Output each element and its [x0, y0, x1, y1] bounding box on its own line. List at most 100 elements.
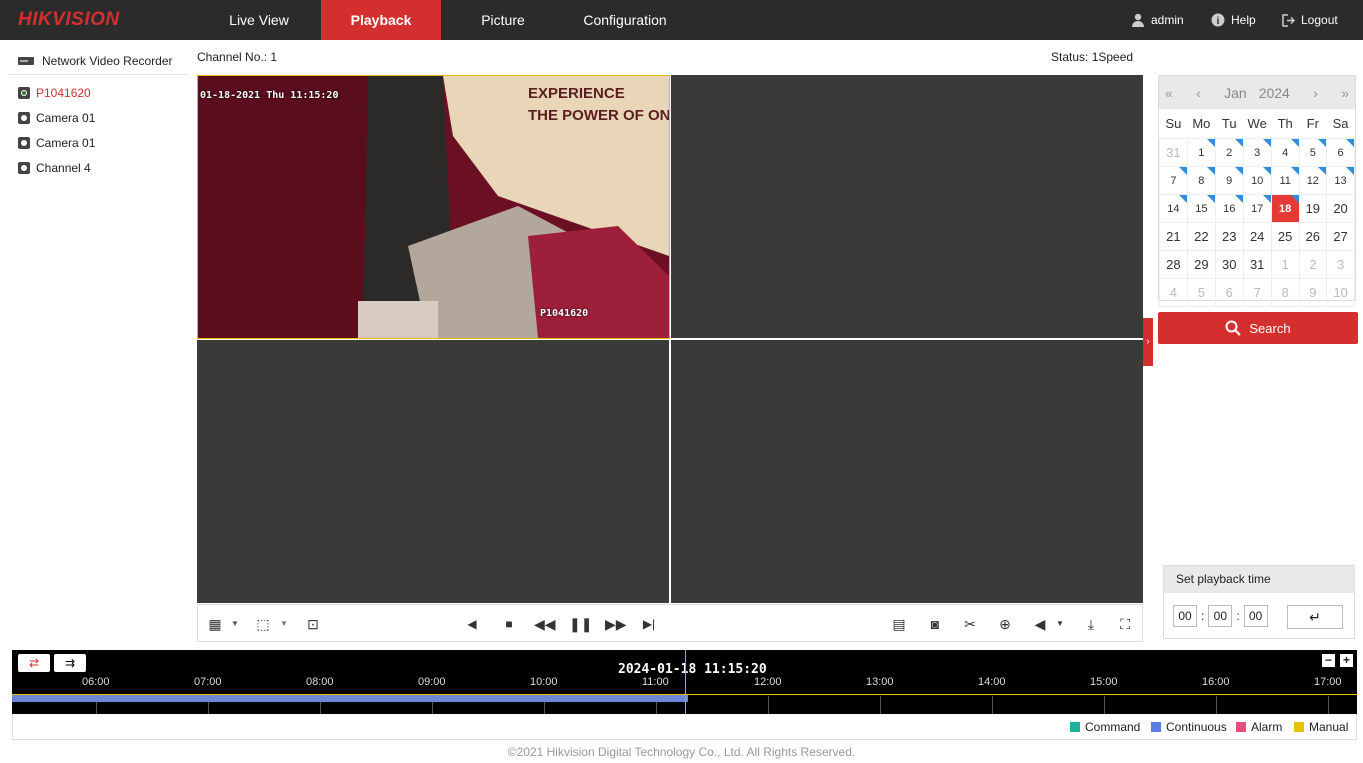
- timeline[interactable]: ⇄ ⇉ 2024-01-18 11:15:20 06:00 07:00 08:00 0…: [12, 650, 1357, 714]
- calendar-day[interactable]: 9: [1298, 278, 1328, 307]
- weekday-header: Th: [1277, 116, 1293, 131]
- logout-link[interactable]: Logout: [1282, 0, 1338, 40]
- fast-forward-icon[interactable]: ▶▶: [605, 615, 627, 633]
- search-button[interactable]: Search: [1158, 312, 1358, 344]
- next-year-icon[interactable]: »: [1341, 85, 1349, 101]
- calendar-day[interactable]: 7: [1159, 166, 1188, 195]
- enter-time-button[interactable]: ↵: [1287, 605, 1343, 629]
- minute-input[interactable]: 00: [1208, 605, 1233, 627]
- hour-input[interactable]: 00: [1173, 605, 1197, 627]
- calendar-day[interactable]: 10: [1242, 166, 1272, 195]
- calendar-day[interactable]: 9: [1214, 166, 1244, 195]
- zoom-out-icon[interactable]: −: [1322, 654, 1335, 667]
- calendar-day[interactable]: 29: [1186, 250, 1216, 279]
- calendar-day[interactable]: 8: [1186, 166, 1216, 195]
- video-pane-4[interactable]: [671, 340, 1143, 603]
- calendar-day[interactable]: 20: [1326, 194, 1355, 223]
- calendar-day[interactable]: 15: [1186, 194, 1216, 223]
- calendar-day[interactable]: 12: [1298, 166, 1328, 195]
- video-pane-2[interactable]: [671, 75, 1143, 338]
- video-pane-1[interactable]: EXPERIENCE THE POWER OF ONE 01-18-2021 T…: [197, 75, 670, 339]
- calendar-day[interactable]: 19: [1298, 194, 1328, 223]
- help-link[interactable]: i Help: [1211, 0, 1256, 40]
- calendar-day[interactable]: 1: [1186, 138, 1216, 167]
- stop-icon[interactable]: ■: [500, 615, 518, 633]
- audio-muted-icon[interactable]: ◀: [1031, 615, 1049, 633]
- calendar-day[interactable]: 27: [1326, 222, 1355, 251]
- chevron-down-icon[interactable]: ▼: [226, 615, 244, 633]
- legend-swatch: [1294, 722, 1304, 732]
- calendar-day[interactable]: 6: [1214, 278, 1244, 307]
- zoom-in-timeline-icon[interactable]: +: [1340, 654, 1353, 667]
- download-icon[interactable]: ⤓: [1082, 615, 1100, 633]
- channel-item-camera01-a[interactable]: Camera 01: [8, 105, 188, 130]
- sync-timeline-icon[interactable]: ⇄: [18, 654, 50, 672]
- cut-icon[interactable]: ✂: [961, 615, 979, 633]
- calendar-day[interactable]: 16: [1214, 194, 1244, 223]
- legend-alarm: Alarm: [1236, 720, 1282, 734]
- calendar-day[interactable]: 3: [1242, 138, 1272, 167]
- calendar-day[interactable]: 7: [1242, 278, 1272, 307]
- timeline-mode-icon[interactable]: ⇉: [54, 654, 86, 672]
- pause-icon[interactable]: ❚❚: [569, 615, 592, 633]
- time-inputs: 00 : 00 : 00: [1173, 605, 1268, 627]
- slow-forward-icon[interactable]: ◀◀: [534, 615, 556, 633]
- tab-playback[interactable]: Playback: [321, 0, 441, 40]
- calendar-day[interactable]: 31: [1159, 138, 1188, 167]
- calendar-day[interactable]: 23: [1214, 222, 1244, 251]
- calendar-day[interactable]: 3: [1326, 250, 1355, 279]
- calendar-day[interactable]: 13: [1326, 166, 1355, 195]
- channel-label: Camera 01: [36, 110, 96, 125]
- calendar-day[interactable]: 8: [1270, 278, 1300, 307]
- reverse-play-icon[interactable]: ◀: [463, 615, 481, 633]
- calendar-day[interactable]: 30: [1214, 250, 1244, 279]
- timeline-cursor[interactable]: [685, 650, 686, 714]
- video-pane-3[interactable]: [197, 340, 669, 603]
- calendar-day[interactable]: 2: [1298, 250, 1328, 279]
- video-frame: EXPERIENCE THE POWER OF ONE: [198, 76, 669, 338]
- calendar-day[interactable]: 1: [1270, 250, 1300, 279]
- legend-label: Manual: [1309, 720, 1349, 734]
- calendar-day[interactable]: 18: [1270, 194, 1300, 223]
- calendar-day[interactable]: 31: [1242, 250, 1272, 279]
- calendar-day[interactable]: 5: [1186, 278, 1216, 307]
- tab-live-view[interactable]: Live View: [200, 0, 318, 40]
- calendar-day[interactable]: 4: [1159, 278, 1188, 307]
- prev-month-icon[interactable]: ‹: [1196, 85, 1201, 101]
- calendar-day[interactable]: 25: [1270, 222, 1300, 251]
- tab-picture[interactable]: Picture: [446, 0, 560, 40]
- prev-year-icon[interactable]: «: [1165, 85, 1173, 101]
- calendar-day[interactable]: 24: [1242, 222, 1272, 251]
- nvr-device[interactable]: Network Video Recorder: [8, 48, 188, 75]
- stop-all-icon[interactable]: ⬚: [254, 615, 272, 633]
- sync-playback-icon[interactable]: ⊡: [304, 615, 322, 633]
- window-layout-icon[interactable]: ▦: [206, 615, 224, 633]
- capture-icon[interactable]: ◙: [926, 615, 944, 633]
- calendar-day[interactable]: 6: [1326, 138, 1355, 167]
- channel-item-camera01-b[interactable]: Camera 01: [8, 130, 188, 155]
- user-menu[interactable]: admin: [1131, 0, 1184, 40]
- channel-item-channel4[interactable]: Channel 4: [8, 155, 188, 180]
- calendar-day[interactable]: 10: [1326, 278, 1355, 307]
- tab-configuration[interactable]: Configuration: [566, 0, 684, 40]
- second-input[interactable]: 00: [1243, 605, 1268, 627]
- chevron-down-icon[interactable]: ▼: [275, 615, 293, 633]
- calendar-day[interactable]: 28: [1159, 250, 1188, 279]
- calendar-day[interactable]: 2: [1214, 138, 1244, 167]
- chevron-down-icon[interactable]: ▼: [1051, 615, 1069, 633]
- next-month-icon[interactable]: ›: [1313, 85, 1318, 101]
- calendar-day[interactable]: 11: [1270, 166, 1300, 195]
- calendar-day[interactable]: 26: [1298, 222, 1328, 251]
- calendar-day[interactable]: 21: [1159, 222, 1188, 251]
- zoom-in-icon[interactable]: ⊕: [996, 615, 1014, 633]
- single-frame-icon[interactable]: ▶|: [640, 615, 658, 633]
- video-clip-icon[interactable]: ▤: [890, 615, 908, 633]
- collapse-panel-button[interactable]: ›: [1143, 318, 1153, 366]
- fullscreen-icon[interactable]: ⛶: [1116, 615, 1134, 633]
- channel-item-p1041620[interactable]: P1041620: [8, 80, 188, 105]
- calendar-day[interactable]: 17: [1242, 194, 1272, 223]
- calendar-day[interactable]: 14: [1159, 194, 1188, 223]
- calendar-day[interactable]: 4: [1270, 138, 1300, 167]
- calendar-day[interactable]: 22: [1186, 222, 1216, 251]
- calendar-day[interactable]: 5: [1298, 138, 1328, 167]
